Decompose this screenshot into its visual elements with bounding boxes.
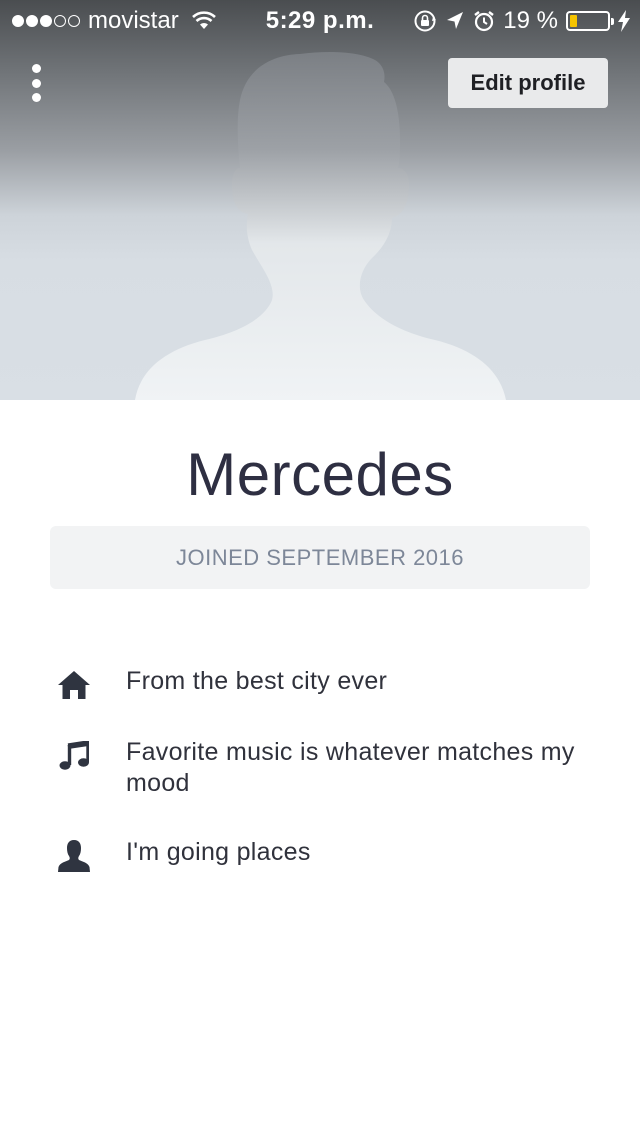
status-bar: movistar 5:29 p.m. 19 % <box>0 0 640 40</box>
detail-text: I'm going places <box>126 838 311 866</box>
battery-percent: 19 % <box>503 7 558 34</box>
status-right: 19 % <box>413 7 630 35</box>
home-icon <box>55 666 93 704</box>
detail-text: From the best city ever <box>126 667 388 695</box>
rotation-lock-icon <box>414 10 437 32</box>
alarm-clock-icon <box>474 11 495 32</box>
battery-icon <box>566 11 614 31</box>
vertical-ellipsis-icon <box>31 64 41 73</box>
person-icon <box>55 837 93 875</box>
detail-text: Favorite music is whatever matches my mo… <box>126 738 575 797</box>
joined-date-badge: JOINED SEPTEMBER 2016 <box>50 526 590 589</box>
music-note-icon <box>55 737 93 775</box>
profile-screen: movistar 5:29 p.m. 19 % Edit profile Mer… <box>0 0 640 1136</box>
charging-bolt-icon <box>618 10 630 32</box>
battery-level-fill <box>570 15 577 27</box>
profile-name: Mercedes <box>186 441 454 508</box>
more-options-button[interactable] <box>18 60 54 106</box>
edit-profile-button[interactable]: Edit profile <box>448 58 608 108</box>
location-arrow-icon <box>447 12 464 29</box>
